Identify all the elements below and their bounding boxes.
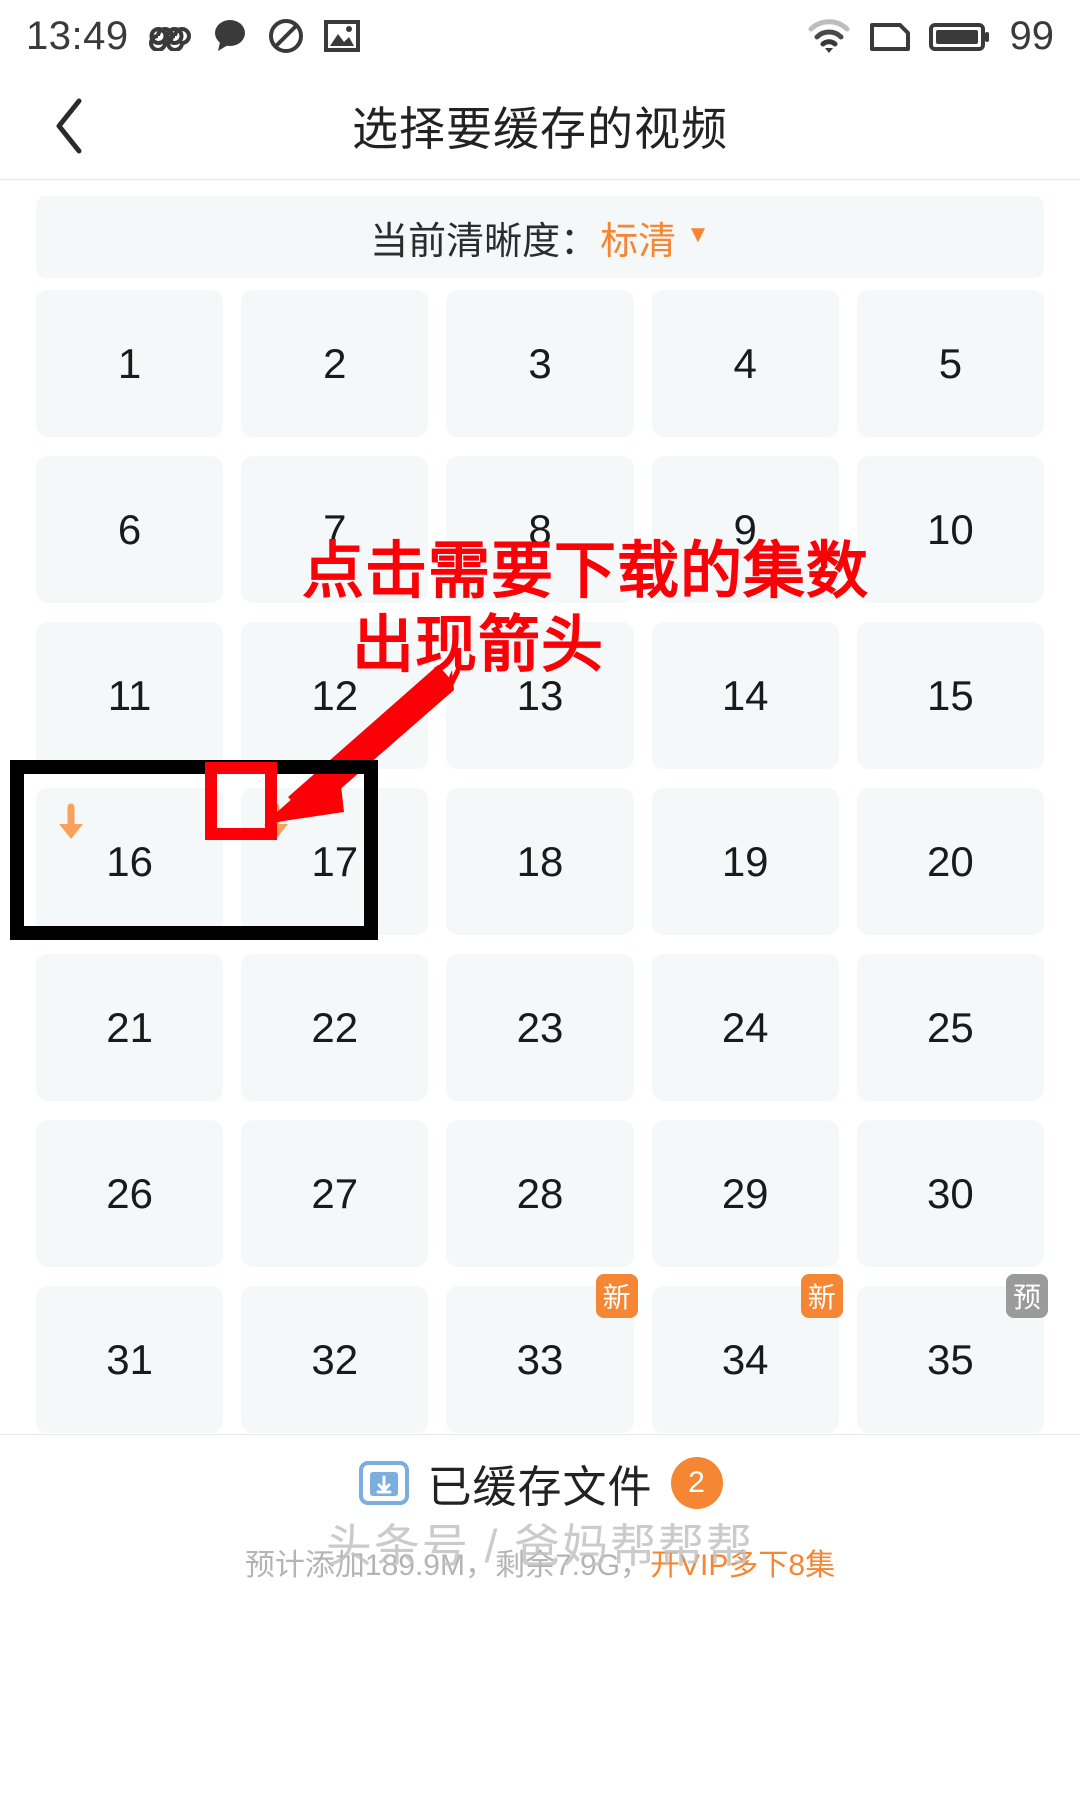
episode-cell[interactable]: 31 (36, 1286, 224, 1433)
status-bar-left: 13:49 (26, 14, 361, 59)
clock-time: 13:49 (26, 13, 129, 58)
episode-number: 10 (927, 505, 974, 553)
phone-screen: 13:49 99 选择要缓存的视频 当前清晰度： 标清 ▼ 1 2 3 4 5 … (0, 0, 1080, 1800)
vip-upsell-link[interactable]: 开VIP多下8集 (650, 1549, 835, 1582)
episode-number: 33 (516, 1335, 564, 1383)
episode-cell[interactable]: 14 (651, 622, 839, 769)
episode-cell[interactable]: 27 (241, 1120, 429, 1267)
battery-icon (928, 17, 990, 55)
episode-cell[interactable]: 10 (856, 456, 1044, 603)
episode-number: 5 (938, 339, 963, 387)
episode-cell[interactable]: 21 (36, 954, 224, 1101)
episode-cell[interactable]: 33 新 (446, 1274, 638, 1433)
episode-number: 29 (721, 1169, 769, 1217)
episode-cell[interactable]: 15 (856, 622, 1044, 769)
episode-cell[interactable]: 3 (446, 290, 634, 437)
annotation-red-box (205, 762, 277, 840)
episode-cell[interactable]: 29 (651, 1120, 839, 1267)
episode-number: 30 (927, 1169, 974, 1217)
episode-number: 18 (516, 837, 564, 885)
chevron-down-icon[interactable]: ▼ (686, 221, 710, 249)
quality-selector[interactable]: 当前清晰度： 标清 ▼ (36, 196, 1044, 278)
episode-cell[interactable]: 22 (241, 954, 429, 1101)
episode-number: 11 (107, 671, 152, 719)
episode-cell[interactable]: 24 (651, 954, 839, 1101)
episode-number: 4 (733, 339, 757, 387)
new-badge: 新 (800, 1274, 843, 1318)
episode-number: 2 (323, 339, 347, 387)
chat-bubble-icon (211, 18, 249, 54)
episode-number: 6 (117, 505, 142, 553)
episode-cell[interactable]: 6 (36, 456, 224, 603)
quality-label: 当前清晰度： (370, 220, 599, 263)
wifi-icon (806, 17, 852, 55)
episode-number: 14 (721, 671, 769, 719)
episode-number: 24 (721, 1003, 769, 1051)
page-title: 选择要缓存的视频 (352, 102, 728, 155)
status-bar: 13:49 99 (0, 0, 1080, 72)
annotation-black-box (10, 760, 378, 940)
episode-cell[interactable]: 11 (36, 622, 224, 769)
episode-number: 27 (311, 1169, 359, 1217)
episode-number: 21 (106, 1003, 153, 1051)
episode-number: 20 (927, 837, 974, 885)
episode-cell[interactable]: 30 (856, 1120, 1044, 1267)
episode-number: 25 (927, 1003, 974, 1051)
episode-cell[interactable]: 20 (856, 788, 1044, 935)
new-badge: 新 (595, 1274, 638, 1318)
cached-files-icon (358, 1459, 410, 1507)
episode-cell[interactable]: 28 (446, 1120, 634, 1267)
title-bar: 选择要缓存的视频 (0, 72, 1080, 180)
episode-cell[interactable]: 4 (651, 290, 839, 437)
episode-number: 22 (311, 1003, 359, 1051)
storage-note-prefix: 预计添加189.9M，剩余7.9G， (244, 1549, 651, 1582)
annotation-line-1: 点击需要下载的集数 (302, 534, 870, 607)
do-not-disturb-icon (267, 17, 305, 55)
episode-number: 35 (927, 1335, 974, 1383)
image-icon (323, 18, 361, 54)
episode-number: 3 (528, 339, 552, 387)
episode-cell[interactable]: 2 (241, 290, 429, 437)
storage-note: 预计添加189.9M，剩余7.9G，开VIP多下8集 (0, 1540, 1080, 1584)
cached-files-row[interactable]: 已缓存文件 2 (0, 1448, 1080, 1518)
battery-percent: 99 (1009, 13, 1055, 58)
episode-number: 23 (516, 1003, 564, 1051)
episode-cell[interactable]: 1 (36, 290, 224, 437)
episode-cell[interactable]: 26 (36, 1120, 224, 1267)
episode-cell[interactable]: 23 (446, 954, 634, 1101)
preview-badge: 预 (1005, 1274, 1048, 1318)
quality-value: 标清 (600, 220, 677, 263)
cached-files-label: 已缓存文件 (427, 1463, 653, 1512)
episode-number: 26 (106, 1169, 153, 1217)
episode-cell[interactable]: 32 (241, 1286, 429, 1433)
episode-cell[interactable]: 19 (651, 788, 839, 935)
cached-files-count-badge: 2 (670, 1457, 723, 1509)
episode-cell[interactable]: 5 (856, 290, 1044, 437)
episode-number: 31 (106, 1335, 153, 1383)
episode-number: 32 (311, 1335, 359, 1383)
episode-cell[interactable]: 35 预 (856, 1274, 1048, 1433)
status-bar-right: 99 (806, 13, 1055, 59)
episode-number: 1 (117, 339, 142, 387)
episode-number: 28 (516, 1169, 564, 1217)
episode-cell[interactable]: 34 新 (651, 1274, 843, 1433)
episode-number: 15 (927, 671, 974, 719)
sim-card-icon (868, 17, 912, 55)
infinity-icon (147, 21, 193, 52)
episode-number: 19 (721, 837, 769, 885)
episode-cell[interactable]: 18 (446, 788, 634, 935)
bottom-divider (0, 1434, 1080, 1435)
episode-number: 34 (721, 1335, 769, 1383)
episode-cell[interactable]: 25 (856, 954, 1044, 1101)
